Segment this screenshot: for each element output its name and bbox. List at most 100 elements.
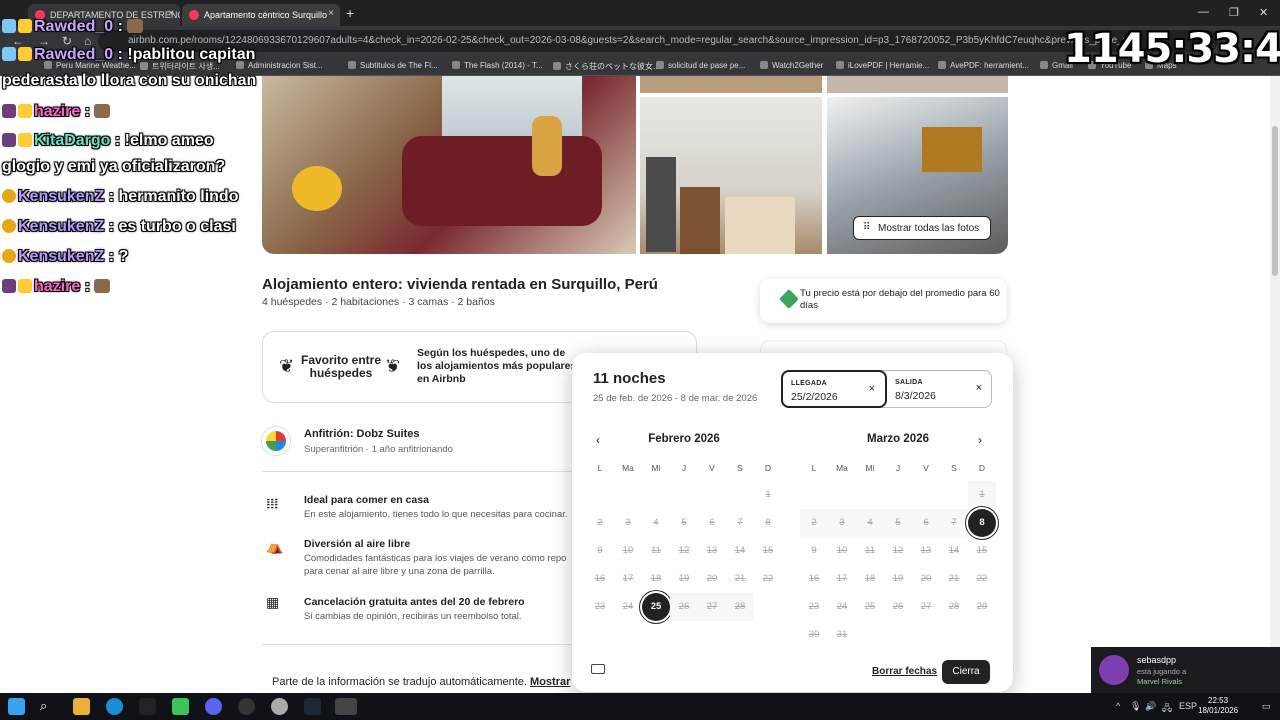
windows-start-icon[interactable] <box>8 698 25 715</box>
edge-icon[interactable] <box>106 698 123 715</box>
listing-photo-kitchen[interactable] <box>640 97 822 254</box>
calendar-day[interactable]: 13 <box>698 537 726 565</box>
calendar-day[interactable]: 31 <box>828 621 856 649</box>
calendar-day[interactable]: 22 <box>968 565 996 593</box>
volume-icon[interactable]: 🔊 <box>1145 701 1156 712</box>
kick-icon[interactable] <box>172 698 189 715</box>
calendar-day[interactable]: 3 <box>828 509 856 537</box>
taskbar-clock[interactable]: 22:53 18/01/2026 <box>1198 696 1238 716</box>
checkout-field[interactable]: SALIDA 8/3/2026 × <box>887 371 992 409</box>
calendar-day[interactable]: 3 <box>614 509 642 537</box>
bookmark-item[interactable]: The Flash (2014) - T... <box>452 61 543 70</box>
calendar-day[interactable]: 24 <box>614 593 642 621</box>
calendar-day[interactable]: 25 <box>856 593 884 621</box>
chat-username[interactable]: hazire <box>34 103 80 120</box>
calendar-day[interactable]: 7 <box>726 509 754 537</box>
calendar-day[interactable]: 7 <box>940 509 968 537</box>
calendar-day[interactable]: 1 <box>754 481 782 509</box>
scrollbar-thumb[interactable] <box>1272 126 1278 276</box>
calendar-day[interactable]: 23 <box>586 593 614 621</box>
chat-username[interactable]: Rawded_0 <box>34 18 113 35</box>
close-tab-icon[interactable]: × <box>168 8 174 19</box>
app-icon[interactable] <box>271 698 288 715</box>
calendar-day[interactable]: 29 <box>968 593 996 621</box>
mic-icon[interactable]: 🎙 <box>1130 701 1141 712</box>
calendar-day[interactable]: 18 <box>642 565 670 593</box>
calendar-day[interactable]: 6 <box>912 509 940 537</box>
calendar-day[interactable]: 5 <box>884 509 912 537</box>
calendar-day[interactable]: 5 <box>670 509 698 537</box>
show-original-link[interactable]: Mostrar <box>530 676 570 688</box>
close-tab-icon[interactable]: × <box>328 8 334 19</box>
calendar-day[interactable]: 17 <box>828 565 856 593</box>
tray-chevron-icon[interactable]: ^ <box>1116 701 1120 711</box>
calendar-day[interactable]: 12 <box>670 537 698 565</box>
app-icon[interactable] <box>139 698 156 715</box>
chat-username[interactable]: KensukenZ <box>18 248 104 265</box>
listing-photo-top-2[interactable] <box>827 76 1008 93</box>
calendar-day[interactable]: 26 <box>670 593 698 621</box>
calendar-day[interactable]: 4 <box>856 509 884 537</box>
chat-username[interactable]: KensukenZ <box>18 188 104 205</box>
host-avatar[interactable] <box>262 427 290 455</box>
bookmark-item[interactable]: AvePDF: herramient... <box>938 61 1029 70</box>
calendar-day[interactable]: 17 <box>614 565 642 593</box>
calendar-day[interactable]: 27 <box>698 593 726 621</box>
steam-icon[interactable] <box>304 698 321 715</box>
file-explorer-icon[interactable] <box>73 698 90 715</box>
search-icon[interactable]: ⌕ <box>40 698 57 715</box>
calendar-day[interactable]: 23 <box>800 593 828 621</box>
calendar-day[interactable]: 15 <box>754 537 782 565</box>
bookmark-item[interactable]: solicitud de pase pe... <box>656 61 745 70</box>
calendar-day[interactable]: 20 <box>698 565 726 593</box>
notifications-icon[interactable]: ▭ <box>1262 701 1271 712</box>
new-tab-icon[interactable]: + <box>346 5 354 21</box>
url-input[interactable]: airbnb.com.pe/rooms/1224806933670129607a… <box>98 30 1218 52</box>
calendar-day[interactable]: 8 <box>754 509 782 537</box>
calendar-day[interactable]: 14 <box>726 537 754 565</box>
network-icon[interactable]: 🖧 <box>1162 701 1172 717</box>
calendar-day[interactable]: 28 <box>726 593 754 621</box>
listing-photo-living-room[interactable] <box>262 76 636 254</box>
close-window-icon[interactable]: ✕ <box>1259 6 1268 19</box>
calendar-day[interactable]: 25 <box>642 593 670 621</box>
game-notification[interactable]: sebasdpp está jugando a Marvel Rivals <box>1091 647 1280 693</box>
calendar-day[interactable]: 26 <box>884 593 912 621</box>
calendar-day[interactable]: 6 <box>698 509 726 537</box>
calendar-day[interactable]: 13 <box>912 537 940 565</box>
calendar-day[interactable]: 20 <box>912 565 940 593</box>
calendar-day[interactable]: 15 <box>968 537 996 565</box>
calendar-day[interactable]: 21 <box>940 565 968 593</box>
calendar-day[interactable]: 10 <box>614 537 642 565</box>
calendar-day[interactable]: 4 <box>642 509 670 537</box>
chat-username[interactable]: hazire <box>34 278 80 295</box>
calendar-day[interactable]: 14 <box>940 537 968 565</box>
calendar-day[interactable]: 28 <box>940 593 968 621</box>
language-indicator[interactable]: ESP <box>1179 701 1197 711</box>
chat-username[interactable]: KensukenZ <box>18 218 104 235</box>
show-all-photos-button[interactable]: ⠿ Mostrar todas las fotos <box>853 216 991 240</box>
prev-month-icon[interactable]: ‹ <box>596 433 600 447</box>
checkin-field[interactable]: LLEGADA 25/2/2026 × <box>781 370 887 408</box>
calendar-day[interactable]: 2 <box>800 509 828 537</box>
calendar-day[interactable]: 1 <box>968 481 996 509</box>
calendar-day[interactable]: 19 <box>670 565 698 593</box>
next-month-icon[interactable]: › <box>978 433 982 447</box>
bookmark-item[interactable]: Subtitulos de The Fl... <box>348 61 438 70</box>
maximize-icon[interactable]: ❐ <box>1229 6 1239 19</box>
calendar-day[interactable]: 9 <box>586 537 614 565</box>
chat-username[interactable]: KitaDargo <box>34 132 110 149</box>
chat-username[interactable]: Rawded_0 <box>34 46 113 63</box>
calendar-day[interactable]: 30 <box>800 621 828 649</box>
chrome-icon[interactable] <box>335 698 357 715</box>
bookmark-item[interactable]: Watch2Gether <box>760 61 823 70</box>
clear-checkin-icon[interactable]: × <box>869 383 875 395</box>
clear-checkout-icon[interactable]: × <box>976 382 982 394</box>
calendar-day[interactable]: 2 <box>586 509 614 537</box>
calendar-day[interactable]: 18 <box>856 565 884 593</box>
page-scrollbar[interactable] <box>1270 76 1280 690</box>
calendar-day[interactable]: 16 <box>586 565 614 593</box>
bookmark-item[interactable]: iLovePDF | Herramie... <box>836 61 929 70</box>
bookmark-item[interactable]: さくら荘のペットな彼女... <box>553 61 660 72</box>
calendar-day[interactable]: 8 <box>968 509 996 537</box>
